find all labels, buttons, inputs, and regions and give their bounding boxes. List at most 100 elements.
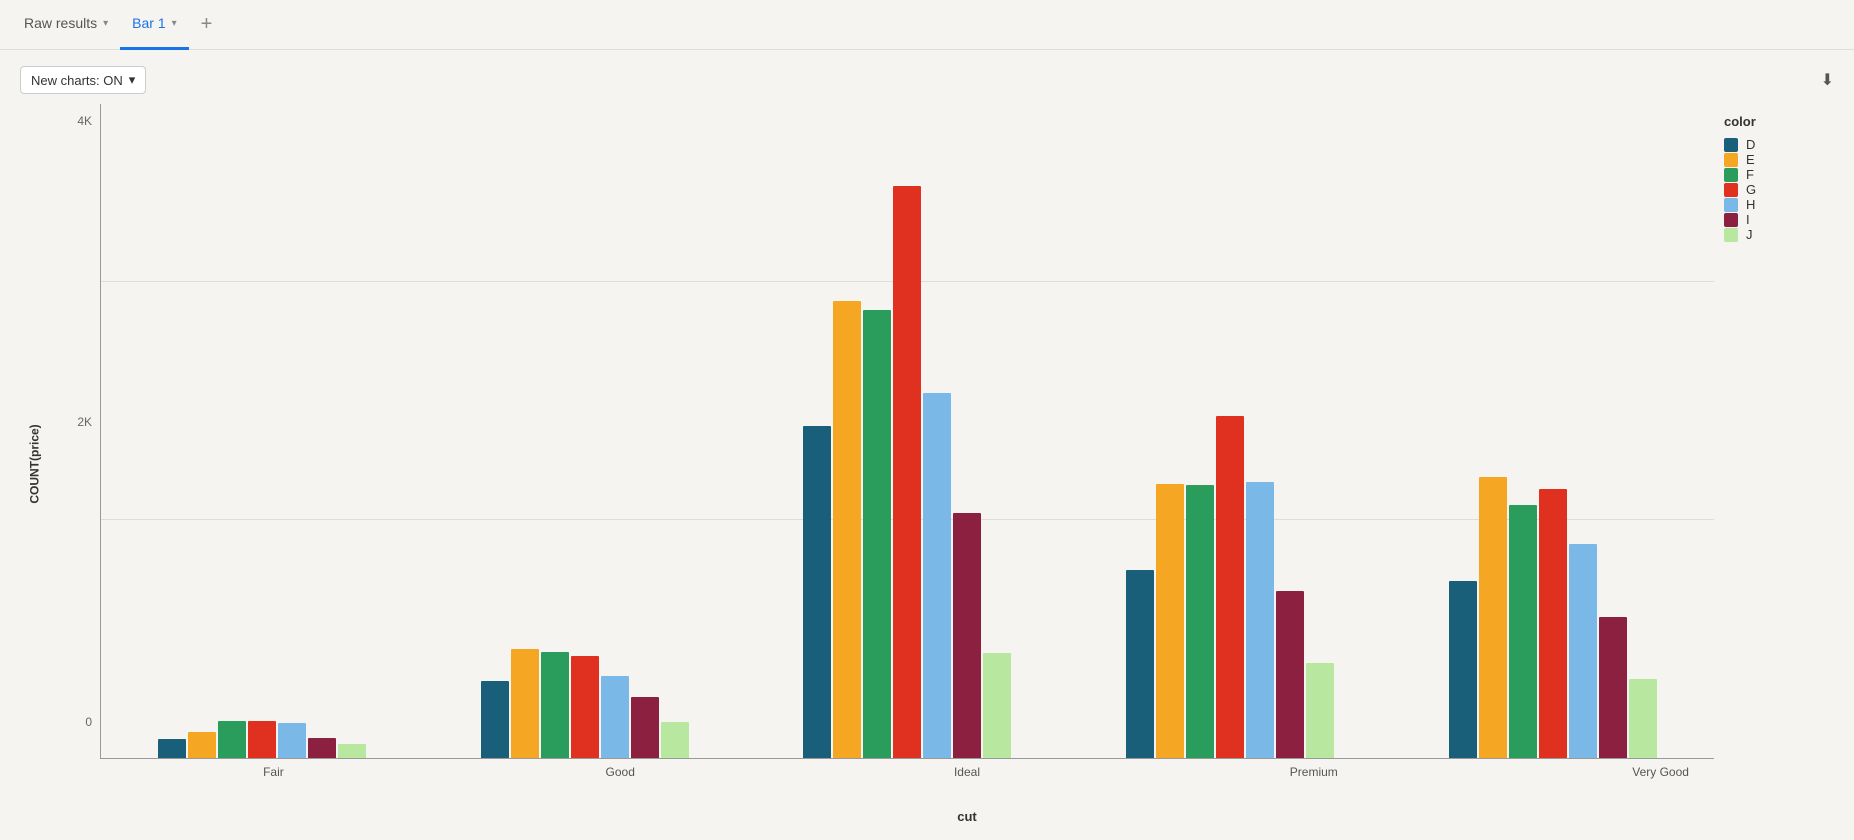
x-axis: Fair Good Ideal Premium Very Good — [50, 759, 1834, 809]
bar-ideal-G — [893, 186, 921, 758]
bar-fair-D — [158, 739, 186, 758]
bar-ideal-F — [863, 310, 891, 758]
legend-item-D: D — [1724, 137, 1834, 152]
chart-with-axes: 4K 2K 0 color — [50, 104, 1834, 824]
x-label-ideal: Ideal — [794, 759, 1141, 809]
bar-fair-H — [278, 723, 306, 758]
x-label-text: Ideal — [954, 765, 980, 779]
bar-premium-H — [1246, 482, 1274, 758]
bar-premium-G — [1216, 416, 1244, 758]
legend-item-I: I — [1724, 212, 1834, 227]
bar-ideal-H — [923, 393, 951, 758]
y-axis-label-container: COUNT(price) — [20, 104, 50, 824]
x-axis-title-row: cut — [50, 809, 1834, 824]
bar-premium-F — [1186, 485, 1214, 758]
bar-very-good-D — [1449, 581, 1477, 758]
x-label-good: Good — [447, 759, 794, 809]
bar-ideal-I — [953, 513, 981, 758]
bar-fair-I — [308, 738, 336, 758]
download-button[interactable]: ⬇ — [1821, 70, 1834, 90]
bar-fair-F — [218, 721, 246, 758]
bars-container — [101, 104, 1714, 758]
bar-good-H — [601, 676, 629, 758]
new-charts-toggle[interactable]: New charts: ON ▾ — [20, 66, 146, 94]
new-charts-chevron: ▾ — [129, 72, 136, 88]
bar-group-ideal — [746, 114, 1069, 758]
bar-premium-I — [1276, 591, 1304, 758]
legend-swatch-H — [1724, 198, 1738, 212]
legend-item-H: H — [1724, 197, 1834, 212]
legend-item-F: F — [1724, 167, 1834, 182]
chart-area: COUNT(price) 4K 2K 0 — [20, 104, 1834, 824]
bar-fair-G — [248, 721, 276, 758]
bar-good-J — [661, 722, 689, 758]
legend-label-G: G — [1746, 182, 1756, 197]
bar-ideal-J — [983, 653, 1011, 758]
bar-good-D — [481, 681, 509, 759]
legend-item-G: G — [1724, 182, 1834, 197]
bar-group-premium — [1069, 114, 1392, 758]
bar-premium-D — [1126, 570, 1154, 758]
bar-group-very-good — [1391, 114, 1714, 758]
x-label-text: Good — [606, 765, 635, 779]
x-label-text: Very Good — [1632, 765, 1689, 779]
legend-swatch-I — [1724, 213, 1738, 227]
bar-good-E — [511, 649, 539, 758]
legend-item-J: J — [1724, 227, 1834, 242]
main-content: New charts: ON ▾ ⬇ COUNT(price) 4K 2K 0 — [0, 50, 1854, 840]
legend-swatch-E — [1724, 153, 1738, 167]
legend-label-D: D — [1746, 137, 1755, 152]
tab-raw-results-label: Raw results — [24, 15, 97, 31]
legend-item-E: E — [1724, 152, 1834, 167]
tab-bar: Raw results ▾ Bar 1 ▾ + — [0, 0, 1854, 50]
tab-raw-results[interactable]: Raw results ▾ — [12, 0, 120, 50]
x-label-fair: Fair — [100, 759, 447, 809]
legend-label-H: H — [1746, 197, 1755, 212]
tab-bar-1-label: Bar 1 — [132, 15, 165, 31]
x-label-premium: Premium — [1140, 759, 1487, 809]
legend-swatch-J — [1724, 228, 1738, 242]
bar-good-G — [571, 656, 599, 758]
bar-ideal-E — [833, 301, 861, 758]
chart-row: 4K 2K 0 color — [50, 104, 1834, 759]
bar-good-I — [631, 697, 659, 758]
legend-label-J: J — [1746, 227, 1753, 242]
legend-label-F: F — [1746, 167, 1754, 182]
legend-label-I: I — [1746, 212, 1750, 227]
new-charts-label: New charts: ON — [31, 73, 123, 88]
plot-area — [100, 104, 1714, 759]
bar-very-good-J — [1629, 679, 1657, 758]
x-axis-title: cut — [957, 809, 977, 824]
y-tick-2k: 2K — [77, 415, 92, 429]
y-tick-0: 0 — [85, 715, 92, 729]
legend-label-E: E — [1746, 152, 1755, 167]
legend-swatch-F — [1724, 168, 1738, 182]
legend: color DEFGHIJ — [1714, 104, 1834, 759]
bar-very-good-I — [1599, 617, 1627, 758]
bar-ideal-D — [803, 426, 831, 758]
tab-raw-results-chevron: ▾ — [103, 18, 108, 29]
bar-very-good-H — [1569, 544, 1597, 758]
bar-very-good-E — [1479, 477, 1507, 758]
toolbar: New charts: ON ▾ ⬇ — [20, 66, 1834, 94]
bar-group-fair — [101, 114, 424, 758]
x-label-text: Premium — [1290, 765, 1338, 779]
bar-good-F — [541, 652, 569, 758]
tab-bar-1[interactable]: Bar 1 ▾ — [120, 0, 189, 50]
bar-group-good — [424, 114, 747, 758]
y-axis: 4K 2K 0 — [50, 104, 100, 759]
bar-very-good-F — [1509, 505, 1537, 758]
legend-items: DEFGHIJ — [1724, 137, 1834, 242]
x-label-very-good: Very Good — [1487, 759, 1834, 809]
tab-bar-1-chevron: ▾ — [172, 18, 177, 29]
add-tab-button[interactable]: + — [189, 0, 225, 50]
y-tick-4k: 4K — [77, 114, 92, 128]
legend-swatch-G — [1724, 183, 1738, 197]
bar-premium-E — [1156, 484, 1184, 758]
bar-premium-J — [1306, 663, 1334, 758]
bar-fair-E — [188, 732, 216, 758]
bar-very-good-G — [1539, 489, 1567, 758]
y-axis-label: COUNT(price) — [28, 424, 42, 503]
legend-title: color — [1724, 114, 1834, 129]
bar-fair-J — [338, 744, 366, 758]
